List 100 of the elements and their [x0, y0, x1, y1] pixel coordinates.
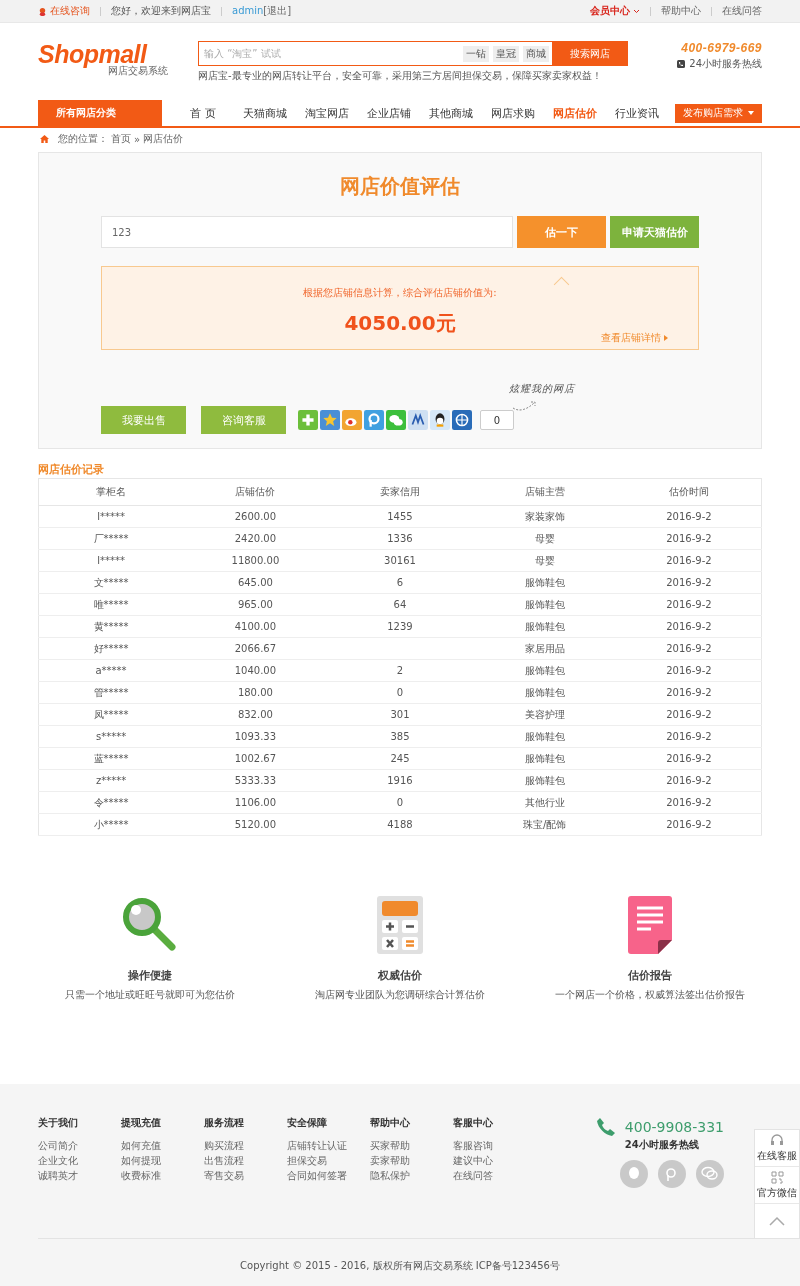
- chat-icon[interactable]: [386, 410, 406, 430]
- table-cell: 1002.67: [183, 747, 328, 770]
- feature-text: 一个网店一个价格，权威算法签出估价报告: [555, 988, 745, 1002]
- nav-item[interactable]: 天猫商城: [234, 100, 296, 126]
- footer-link[interactable]: 如何充值: [121, 1138, 204, 1153]
- caret-icon: [748, 111, 754, 115]
- calculator-icon: [377, 896, 423, 954]
- footer-heading: 服务流程: [204, 1116, 245, 1130]
- footer-link[interactable]: 在线问答: [453, 1168, 536, 1183]
- search-field[interactable]: 输入 “淘宝” 试试 一钻 皇冠 商城: [198, 41, 552, 66]
- footer-link[interactable]: 买家帮助: [370, 1138, 453, 1153]
- table-cell: 0: [327, 681, 473, 704]
- qq-icon[interactable]: [620, 1160, 648, 1188]
- table-cell: 2016-9-2: [616, 571, 762, 594]
- shop-input-field[interactable]: 123: [101, 216, 513, 248]
- footer-link[interactable]: 如何提现: [121, 1153, 204, 1168]
- table-cell: 1239: [327, 615, 473, 638]
- table-cell: 黄*****: [38, 615, 184, 638]
- logout-link[interactable]: [退出]: [263, 5, 292, 16]
- table-cell: 2016-9-2: [616, 549, 762, 572]
- breadcrumb-link[interactable]: 首页: [111, 132, 131, 146]
- footer-link[interactable]: 担保交易: [287, 1153, 370, 1168]
- table-cell: 180.00: [183, 681, 328, 704]
- phone-icon: [594, 1116, 617, 1138]
- table-cell: 1106.00: [183, 791, 328, 814]
- footer-link[interactable]: 店铺转让认证: [287, 1138, 370, 1153]
- top-link[interactable]: 帮助中心: [661, 4, 701, 18]
- top-link[interactable]: 在线问答: [722, 4, 762, 18]
- search-tag[interactable]: 商城: [523, 45, 549, 62]
- table-cell: 301: [327, 703, 473, 726]
- table-cell: 服饰鞋包: [472, 747, 617, 770]
- table-cell: 64: [327, 593, 473, 616]
- table-cell: 服饰鞋包: [472, 615, 617, 638]
- nav-item[interactable]: 首 页: [172, 100, 234, 126]
- document-icon: [628, 896, 672, 954]
- share-note: 炫耀我的网店: [509, 382, 575, 396]
- penguin-icon[interactable]: [430, 410, 450, 430]
- search-tag[interactable]: 皇冠: [493, 45, 519, 62]
- nav-item[interactable]: 网店求购: [482, 100, 544, 126]
- caret-icon: [633, 8, 640, 14]
- globe-icon[interactable]: [452, 410, 472, 430]
- table-cell: 服饰鞋包: [472, 659, 617, 682]
- back-to-top-icon[interactable]: [769, 1216, 785, 1226]
- table-cell: 2016-9-2: [616, 527, 762, 550]
- table-cell: 2016-9-2: [616, 505, 762, 528]
- table-cell: 珠宝/配饰: [472, 813, 617, 836]
- result-label: 根据您店铺信息计算，综合评估店铺价值为:: [303, 286, 497, 300]
- home-icon[interactable]: [40, 135, 49, 143]
- chat-icon[interactable]: [696, 1160, 724, 1188]
- search-button[interactable]: 搜索网店: [552, 41, 628, 66]
- table-cell: 管*****: [38, 681, 184, 704]
- footer-link[interactable]: 寄售交易: [204, 1168, 287, 1183]
- footer-heading: 客服中心: [453, 1116, 494, 1130]
- table-cell: 1040.00: [183, 659, 328, 682]
- hotline-label: 24小时服务热线: [689, 57, 762, 71]
- search-tag[interactable]: 一钻: [463, 45, 489, 62]
- table-cell: 645.00: [183, 571, 328, 594]
- footer-link[interactable]: 公司简介: [38, 1138, 121, 1153]
- table-cell: s*****: [38, 725, 184, 748]
- table-cell: 1093.33: [183, 725, 328, 748]
- share-count: 0: [480, 410, 514, 430]
- publish-button[interactable]: 发布购店需求: [675, 103, 762, 123]
- section-title: 网店估价记录: [38, 463, 105, 477]
- table-cell: 文*****: [38, 571, 184, 594]
- footer-link[interactable]: 出售流程: [204, 1153, 287, 1168]
- nav-item[interactable]: 其他商城: [420, 100, 482, 126]
- table-cell: z*****: [38, 769, 184, 792]
- category-menu[interactable]: 所有网店分类: [38, 100, 162, 126]
- online-service-button[interactable]: 在线客服: [755, 1130, 799, 1167]
- footer-link[interactable]: 诚聘英才: [38, 1168, 121, 1183]
- footer-link[interactable]: 客服咨询: [453, 1138, 536, 1153]
- nav-item[interactable]: 淘宝网店: [296, 100, 358, 126]
- member-menu[interactable]: 会员中心: [590, 4, 640, 18]
- nav-item[interactable]: 网店估价: [544, 100, 606, 126]
- footer-link[interactable]: 建议中心: [453, 1153, 536, 1168]
- feature-title: 操作便捷: [128, 968, 172, 983]
- p-icon[interactable]: [364, 410, 384, 430]
- nav-item[interactable]: 行业资讯: [606, 100, 668, 126]
- page-title: 网店价值评估: [339, 173, 461, 200]
- nav-item[interactable]: 企业店铺: [358, 100, 420, 126]
- add-icon[interactable]: [298, 410, 318, 430]
- column-header: 店铺估价: [183, 478, 328, 506]
- consult-link[interactable]: 在线咨询: [50, 4, 90, 18]
- footer-link[interactable]: 隐私保护: [370, 1168, 453, 1183]
- footer-link[interactable]: 收费标准: [121, 1168, 204, 1183]
- table-cell: 2016-9-2: [616, 637, 762, 660]
- arrow-icon: [664, 335, 668, 341]
- footer-link[interactable]: 卖家帮助: [370, 1153, 453, 1168]
- table-cell: 1455: [327, 505, 473, 528]
- table-cell: 4100.00: [183, 615, 328, 638]
- footer-link[interactable]: 企业文化: [38, 1153, 121, 1168]
- footer-link[interactable]: 合同如何签署: [287, 1168, 370, 1183]
- footer-link[interactable]: 购买流程: [204, 1138, 287, 1153]
- feature-title: 估价报告: [628, 968, 672, 983]
- table-cell: 令*****: [38, 791, 184, 814]
- wechat-button[interactable]: 官方微信: [755, 1167, 799, 1204]
- table-cell: 唯*****: [38, 593, 184, 616]
- table-cell: 母婴: [472, 549, 617, 572]
- logo-text[interactable]: Shopmall: [38, 41, 147, 67]
- table-cell: 5333.33: [183, 769, 328, 792]
